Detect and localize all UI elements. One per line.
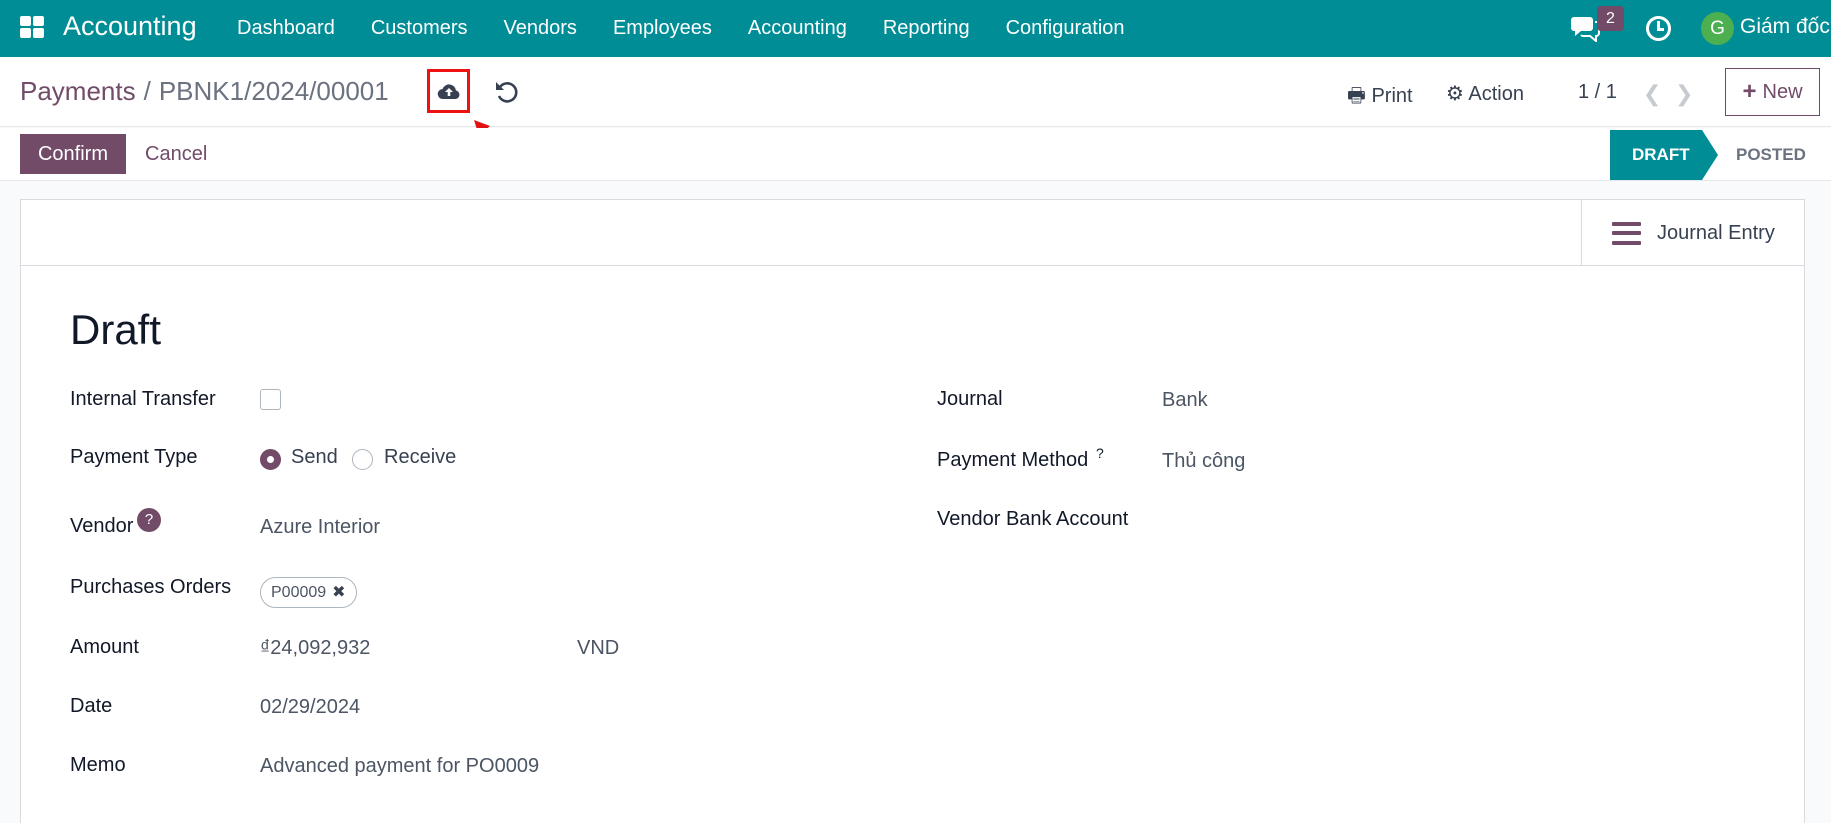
status-bar: Confirm Cancel DRAFT POSTED bbox=[0, 128, 1831, 181]
payment-method-help-icon[interactable]: ? bbox=[1096, 445, 1104, 461]
breadcrumb-separator: / bbox=[143, 76, 151, 106]
menu-accounting[interactable]: Accounting bbox=[730, 0, 865, 57]
purchase-order-tag[interactable]: P00009 ✖ bbox=[260, 577, 357, 608]
internal-transfer-label: Internal Transfer bbox=[70, 388, 216, 410]
remove-tag-icon[interactable]: ✖ bbox=[332, 584, 345, 601]
vendor-bank-account-label: Vendor Bank Account bbox=[937, 508, 1129, 530]
chat-count-badge: 2 bbox=[1597, 6, 1624, 31]
payment-method-value[interactable]: Thủ công bbox=[1162, 450, 1245, 473]
chevron-left-icon[interactable]: ❮ bbox=[1643, 81, 1661, 107]
cancel-button[interactable]: Cancel bbox=[145, 143, 207, 166]
app-title[interactable]: Accounting bbox=[63, 11, 197, 42]
purchase-order-tag-label: P00009 bbox=[271, 584, 327, 601]
top-navbar: Accounting Dashboard Customers Vendors E… bbox=[0, 0, 1831, 57]
breadcrumb-current: PBNK1/2024/00001 bbox=[158, 76, 389, 106]
chevron-right-icon[interactable]: ❯ bbox=[1675, 81, 1693, 107]
form-sheet: Journal Entry Draft Internal Transfer Pa… bbox=[20, 199, 1805, 823]
menu-dashboard[interactable]: Dashboard bbox=[219, 0, 353, 57]
purchase-orders-label: Purchases Orders bbox=[70, 576, 232, 598]
breadcrumb: Payments / PBNK1/2024/00001 bbox=[20, 76, 389, 107]
journal-entry-label: Journal Entry bbox=[1657, 221, 1775, 244]
amount-label: Amount bbox=[70, 636, 139, 658]
cloud-upload-icon bbox=[437, 84, 459, 100]
printer-icon: 🖶 bbox=[1347, 85, 1366, 107]
menu-configuration[interactable]: Configuration bbox=[988, 0, 1143, 57]
activity-clock-icon[interactable] bbox=[1646, 16, 1671, 41]
vendor-help-icon[interactable]: ? bbox=[137, 508, 161, 532]
internal-transfer-checkbox[interactable] bbox=[260, 389, 281, 410]
print-button[interactable]: 🖶 Print bbox=[1347, 81, 1413, 115]
print-label: Print bbox=[1371, 85, 1413, 107]
chat-icon[interactable] bbox=[1570, 14, 1600, 42]
stage-posted[interactable]: POSTED bbox=[1736, 130, 1806, 180]
currency-value[interactable]: VND bbox=[577, 637, 619, 660]
memo-label: Memo bbox=[70, 754, 126, 776]
menu-vendors[interactable]: Vendors bbox=[486, 0, 595, 57]
menu-customers[interactable]: Customers bbox=[353, 0, 486, 57]
journal-value[interactable]: Bank bbox=[1162, 389, 1208, 412]
bars-icon bbox=[1612, 221, 1641, 245]
stage-draft[interactable]: DRAFT bbox=[1610, 130, 1718, 180]
gear-icon: ⚙ bbox=[1446, 83, 1464, 105]
amount-value[interactable]: ₫24,092,932 bbox=[260, 637, 370, 660]
payment-type-receive-radio[interactable] bbox=[352, 449, 373, 470]
journal-entry-button[interactable]: Journal Entry bbox=[1581, 200, 1804, 266]
payment-type-receive-label[interactable]: Receive bbox=[384, 446, 456, 469]
journal-label: Journal bbox=[937, 388, 1003, 410]
payment-type-send-label[interactable]: Send bbox=[291, 446, 338, 469]
plus-icon: + bbox=[1742, 78, 1757, 105]
new-label: New bbox=[1762, 80, 1803, 103]
confirm-button[interactable]: Confirm bbox=[20, 134, 126, 174]
vendor-label: Vendor bbox=[70, 515, 134, 537]
date-label: Date bbox=[70, 695, 113, 717]
action-label: Action bbox=[1468, 83, 1524, 105]
apps-grid-icon[interactable] bbox=[20, 16, 46, 40]
save-button[interactable] bbox=[427, 69, 470, 113]
action-button[interactable]: ⚙ Action bbox=[1446, 81, 1524, 106]
date-value[interactable]: 02/29/2024 bbox=[260, 696, 360, 719]
memo-value[interactable]: Advanced payment for PO0009 bbox=[260, 755, 539, 778]
menu-reporting[interactable]: Reporting bbox=[865, 0, 988, 57]
breadcrumb-payments-link[interactable]: Payments bbox=[20, 76, 136, 106]
new-button[interactable]: + New bbox=[1725, 68, 1820, 116]
vendor-value[interactable]: Azure Interior bbox=[260, 516, 380, 539]
payment-type-label: Payment Type bbox=[70, 446, 198, 468]
user-name[interactable]: Giám đốc bbox=[1740, 15, 1830, 39]
user-avatar[interactable]: G bbox=[1701, 12, 1734, 45]
button-box: Journal Entry bbox=[21, 200, 1804, 266]
payment-method-label: Payment Method bbox=[937, 449, 1089, 471]
pager-value[interactable]: 1 / 1 bbox=[1578, 81, 1617, 104]
discard-undo-icon[interactable] bbox=[494, 79, 520, 105]
payment-type-send-radio[interactable] bbox=[260, 449, 281, 470]
record-title: Draft bbox=[70, 306, 162, 353]
main-menu: Dashboard Customers Vendors Employees Ac… bbox=[219, 0, 1143, 57]
menu-employees[interactable]: Employees bbox=[595, 0, 730, 57]
control-panel: Payments / PBNK1/2024/00001 🖶 Print ⚙ Acti… bbox=[0, 57, 1831, 127]
